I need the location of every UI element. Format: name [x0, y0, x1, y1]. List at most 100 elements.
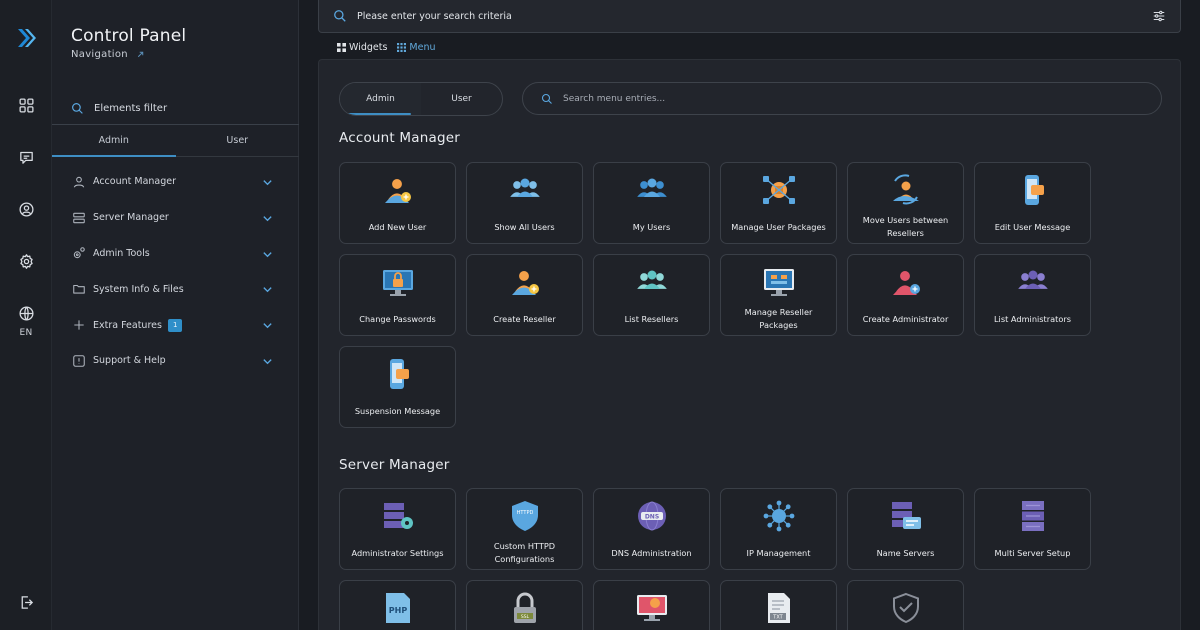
widgets-view-button[interactable]: Widgets [337, 42, 387, 53]
chevron-down-icon [263, 215, 272, 222]
pin-icon[interactable] [136, 50, 145, 59]
nav-title: Control Panel [71, 26, 187, 46]
list-resellers-icon [636, 270, 667, 289]
rail-settings[interactable] [0, 253, 52, 270]
account-manager-grid: Add New User Show All Users My Users Manage… [339, 162, 1091, 428]
nav-tab-user[interactable]: User [176, 125, 300, 156]
rail-profile[interactable] [0, 201, 52, 218]
list-admins-icon [1017, 270, 1048, 289]
menu-tile-label: Create Reseller [493, 313, 556, 324]
dns-globe-icon: DNS [637, 501, 666, 531]
menu-tile-custom-httpd-configurations[interactable]: HTTPD Custom HTTPD Configurations [466, 488, 583, 570]
nav-item-system-info[interactable]: System Info & Files [52, 271, 299, 307]
menu-tile-change-passwords[interactable]: Change Passwords [339, 254, 456, 336]
menu-tile[interactable]: PHP [339, 580, 456, 630]
menu-tile-ip-management[interactable]: IP Management [720, 488, 837, 570]
role-tab-user[interactable]: User [421, 83, 502, 115]
nav-subtitle: Navigation [71, 49, 145, 60]
menu-tile-name-servers[interactable]: Name Servers [847, 488, 964, 570]
menu-tile-label: Suspension Message [354, 405, 441, 416]
menu-tile-label: Multi Server Setup [994, 547, 1071, 558]
menu-tile-create-reseller[interactable]: Create Reseller [466, 254, 583, 336]
menu-view-button[interactable]: Menu [397, 42, 436, 53]
menu-tile-label: Manage Reseller Packages [744, 307, 813, 330]
nav-item-extra-features[interactable]: Extra Features 1 [52, 307, 299, 343]
chevron-down-icon [263, 251, 272, 257]
menu-tile-label: Create Administrator [862, 313, 949, 324]
menu-tile[interactable]: TXT [720, 580, 837, 630]
menu-tile-label: List Administrators [994, 313, 1071, 324]
app-logo[interactable] [0, 26, 52, 50]
nav-item-label: Account Manager [93, 176, 177, 188]
rail-logout[interactable] [0, 594, 52, 611]
nav-item-label: Server Manager [93, 212, 169, 224]
rail-messages[interactable] [0, 149, 52, 166]
chevron-down-icon [263, 323, 272, 329]
nav-item-server-manager[interactable]: Server Manager [52, 200, 299, 236]
global-search [318, 0, 1181, 33]
server-icon [73, 212, 85, 223]
widgets-icon [337, 43, 346, 52]
menu-search [522, 82, 1162, 115]
menu-tile-dns-administration[interactable]: DNS DNS Administration [593, 488, 710, 570]
icon-rail: EN [0, 0, 52, 630]
shield-check-icon [892, 592, 919, 624]
language-label: EN [19, 328, 33, 338]
chevron-down-icon [263, 287, 272, 293]
nav-item-support-help[interactable]: Support & Help [52, 343, 299, 379]
menu-tile-label: Show All Users [494, 221, 555, 232]
menu-tile[interactable] [593, 580, 710, 630]
rail-language[interactable]: EN [0, 305, 52, 338]
logo-icon [18, 29, 36, 47]
logout-icon [21, 596, 33, 609]
menu-tile-multi-server-setup[interactable]: Multi Server Setup [974, 488, 1091, 570]
php-file-icon: PHP [385, 593, 410, 623]
svg-text:PHP: PHP [388, 606, 407, 615]
nav-item-account-manager[interactable]: Account Manager [52, 164, 299, 200]
global-search-input[interactable] [357, 10, 1152, 22]
nav-item-label: Extra Features [93, 319, 162, 331]
monitor-lock-icon [382, 270, 413, 296]
nav-tab-admin[interactable]: Admin [52, 125, 176, 157]
chevron-down-icon [263, 180, 272, 186]
ssl-lock-icon: SSL [513, 592, 536, 623]
menu-tile-label: IP Management [746, 547, 811, 558]
menu-tile-manage-reseller-packages[interactable]: Manage Reseller Packages [720, 254, 837, 336]
menu-tile[interactable] [847, 580, 964, 630]
section-title-account-manager: Account Manager [339, 130, 460, 146]
gears-icon [73, 247, 85, 259]
menu-tile-list-administrators[interactable]: List Administrators [974, 254, 1091, 336]
elements-filter[interactable]: Elements filter [71, 100, 281, 116]
menu-tile-label: Administrator Settings [351, 547, 444, 558]
menu-tile[interactable]: SSL [466, 580, 583, 630]
section-title-server-manager: Server Manager [339, 457, 450, 473]
menu-tile-show-all-users[interactable]: Show All Users [466, 162, 583, 244]
menu-tile-manage-user-packages[interactable]: Manage User Packages [720, 162, 837, 244]
move-users-icon [892, 174, 919, 205]
menu-tile-label: Move Users between Resellers [862, 215, 949, 238]
menu-tile-label: Edit User Message [994, 221, 1071, 232]
rail-dashboard[interactable] [0, 97, 52, 114]
httpd-shield-icon: HTTPD [511, 501, 538, 531]
menu-tile-suspension-message[interactable]: Suspension Message [339, 346, 456, 428]
menu-search-input[interactable] [563, 93, 1143, 104]
menu-tile-move-users-between-resellers[interactable]: Move Users between Resellers [847, 162, 964, 244]
role-switch: Admin User [339, 82, 503, 116]
elements-filter-label: Elements filter [94, 102, 168, 114]
chevron-down-icon [263, 359, 272, 365]
navigation-panel: Control Panel Navigation Elements filter… [52, 0, 299, 630]
users-group-icon [509, 178, 540, 197]
folder-icon [73, 285, 85, 294]
nav-item-admin-tools[interactable]: Admin Tools [52, 236, 299, 272]
menu-tile-edit-user-message[interactable]: Edit User Message [974, 162, 1091, 244]
svg-text:SSL: SSL [520, 614, 529, 620]
menu-tile-label: Change Passwords [359, 313, 436, 324]
monitor-packages-icon [763, 269, 794, 296]
menu-tile-add-new-user[interactable]: Add New User [339, 162, 456, 244]
menu-tile-list-resellers[interactable]: List Resellers [593, 254, 710, 336]
filter-settings-icon[interactable] [1152, 9, 1166, 23]
menu-tile-my-users[interactable]: My Users [593, 162, 710, 244]
menu-tile-administrator-settings[interactable]: Administrator Settings [339, 488, 456, 570]
menu-tile-create-administrator[interactable]: Create Administrator [847, 254, 964, 336]
role-tab-admin[interactable]: Admin [340, 83, 421, 115]
